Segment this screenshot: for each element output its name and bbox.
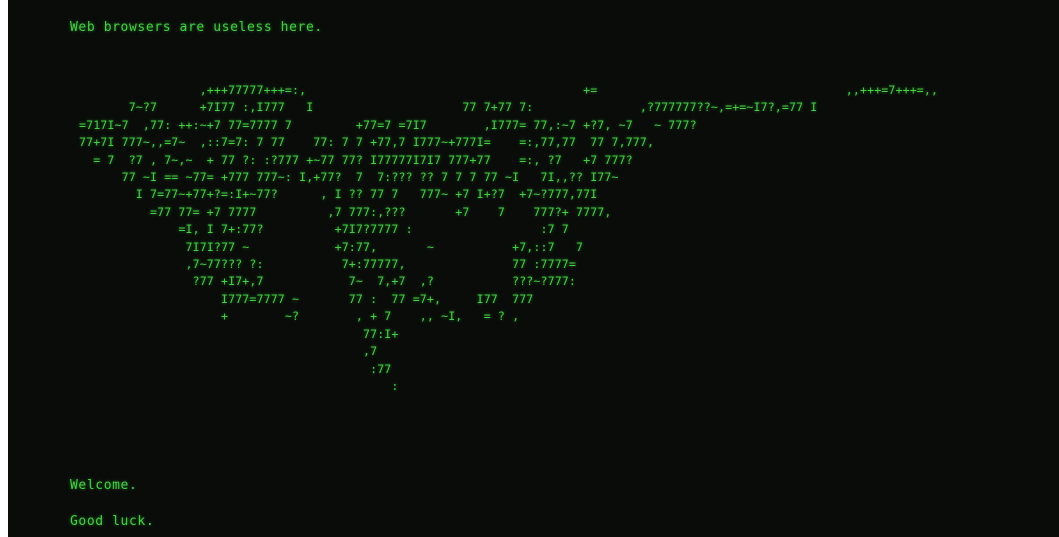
terminal-screen: Web browsers are useless here. ,+++77777… xyxy=(8,0,1059,537)
ascii-art-logo: ,+++77777+++=:, += ,,+++=7+++=,, 7~?7 +7… xyxy=(79,83,939,393)
header-message: Web browsers are useless here. xyxy=(70,20,323,35)
goodluck-message: Good luck. xyxy=(70,514,155,529)
welcome-message: Welcome. xyxy=(70,478,138,493)
